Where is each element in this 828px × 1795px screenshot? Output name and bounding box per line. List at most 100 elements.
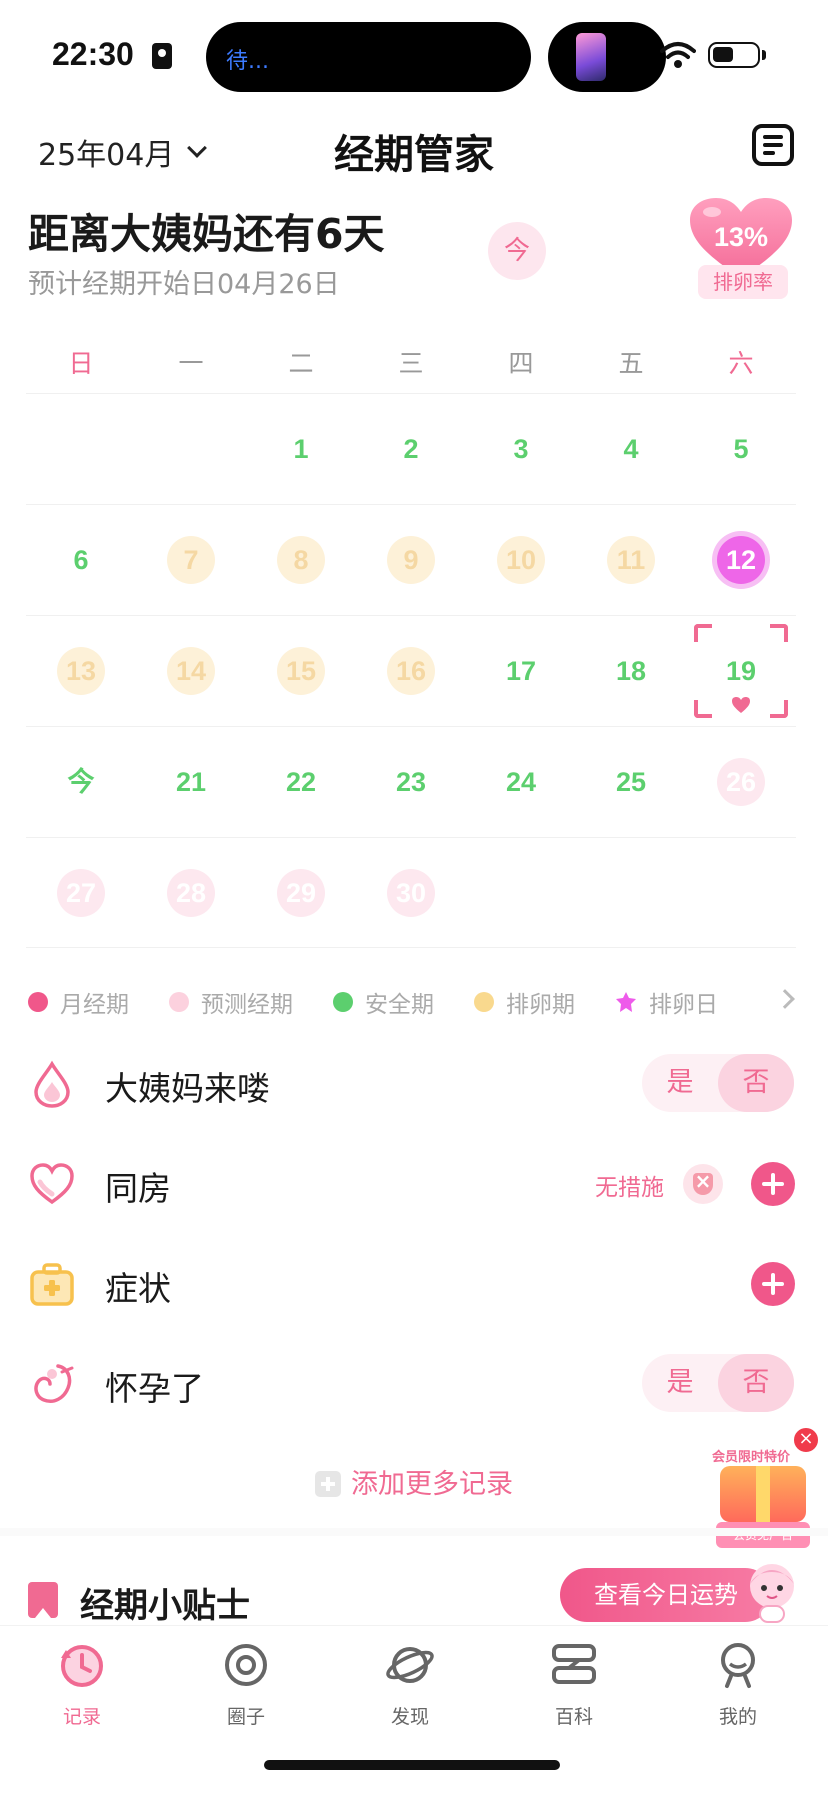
tips-title: 经期小贴士 — [80, 1586, 250, 1626]
calendar-day-cell[interactable]: 17 — [466, 616, 576, 726]
calendar-day-cell[interactable]: 14 — [136, 616, 246, 726]
bookmark-icon — [28, 1582, 58, 1618]
encyclopedia-icon — [552, 1644, 596, 1684]
calendar-day-cell — [26, 394, 136, 504]
tab-profile[interactable]: 我的 — [688, 1640, 788, 1729]
calendar-day-cell[interactable]: 30 — [356, 838, 466, 947]
record-period-row: 大姨妈来喽 是 否 — [0, 1038, 828, 1128]
record-period-label: 大姨妈来喽 — [105, 1069, 270, 1108]
calendar-week-row: 27 28 29 30 — [26, 837, 796, 948]
pregnant-no-button[interactable]: 否 — [718, 1354, 794, 1412]
record-symptoms-label: 症状 — [105, 1269, 171, 1308]
tab-records[interactable]: 记录 — [32, 1640, 132, 1729]
tab-label: 我的 — [718, 1706, 757, 1728]
add-symptom-button[interactable] — [751, 1262, 795, 1306]
calendar-day-cell[interactable]: 7 — [136, 505, 246, 615]
island-media-bubble[interactable] — [548, 22, 666, 92]
calendar-day-cell[interactable]: 6 — [26, 505, 136, 615]
page-title: 经期管家 — [334, 132, 494, 178]
calendar-day-number: 9 — [387, 536, 435, 584]
calendar-day-cell[interactable]: 13 — [26, 616, 136, 726]
calendar-day-cell[interactable]: 今 — [26, 727, 136, 837]
mascot-girl-icon[interactable] — [742, 1560, 802, 1624]
calendar-day-cell[interactable]: 15 — [246, 616, 356, 726]
pregnant-toggle[interactable]: 是 否 — [642, 1354, 794, 1412]
calendar-day-cell[interactable]: 27 — [26, 838, 136, 947]
calendar-day-number: 6 — [73, 545, 89, 575]
promo-title: 会员限时特价 — [712, 1450, 791, 1465]
calendar-day-cell[interactable]: 26 — [686, 727, 796, 837]
close-icon[interactable]: × — [792, 1426, 820, 1454]
calendar-day-cell[interactable]: 19 — [686, 616, 796, 726]
calendar-day-cell[interactable]: 16 — [356, 616, 466, 726]
calendar-day-cell[interactable]: 3 — [466, 394, 576, 504]
calendar-day-number: 13 — [57, 647, 105, 695]
calendar-day-cell[interactable]: 21 — [136, 727, 246, 837]
calendar-day-cell[interactable]: 23 — [356, 727, 466, 837]
vip-promo-widget[interactable]: 会员限时特价 会员免广告 — [708, 1442, 818, 1554]
first-aid-kit-icon — [30, 1263, 74, 1306]
tab-circle[interactable]: 圈子 — [196, 1640, 296, 1729]
legend-dot — [169, 992, 189, 1012]
calendar-day-number: 28 — [167, 868, 215, 917]
pregnant-yes-button[interactable]: 是 — [642, 1354, 718, 1412]
calendar-day-number: 30 — [387, 868, 435, 917]
tab-label: 百科 — [554, 1706, 593, 1728]
tab-discover[interactable]: 发现 — [360, 1640, 460, 1729]
period-toggle[interactable]: 是 否 — [642, 1054, 794, 1112]
calendar-day-cell[interactable]: 28 — [136, 838, 246, 947]
period-no-button[interactable]: 否 — [718, 1054, 794, 1112]
tab-label: 发现 — [390, 1706, 429, 1728]
calendar-day-cell[interactable]: 12 — [686, 505, 796, 615]
calendar-day-number: 10 — [497, 536, 545, 584]
flower-icon — [616, 992, 636, 1012]
period-yes-button[interactable]: 是 — [642, 1054, 718, 1112]
calendar-day-number: 11 — [607, 536, 655, 584]
heart-marker-icon — [732, 697, 750, 713]
calendar-day-number: 26 — [717, 758, 765, 806]
calendar-day-cell[interactable]: 18 — [576, 616, 686, 726]
calendar-day-cell[interactable]: 24 — [466, 727, 576, 837]
record-symptoms-row: 症状 — [0, 1238, 828, 1328]
calendar-day-cell[interactable]: 8 — [246, 505, 356, 615]
calendar-day-cell[interactable]: 4 — [576, 394, 686, 504]
calendar-day-number: 7 — [167, 536, 215, 584]
contraception-method[interactable]: 无措施 — [595, 1168, 664, 1202]
calendar-day-cell[interactable]: 29 — [246, 838, 356, 947]
calendar-day-cell — [136, 394, 246, 504]
calendar-day-number: 1 — [293, 434, 309, 464]
legend-label: 排卵期 — [506, 992, 575, 1018]
record-pregnant-row: 怀孕了 是 否 — [0, 1338, 828, 1428]
notes-button[interactable] — [752, 124, 794, 166]
calendar-day-cell[interactable]: 11 — [576, 505, 686, 615]
today-button[interactable]: 今 — [488, 222, 546, 280]
calendar-day-cell[interactable]: 22 — [246, 727, 356, 837]
dynamic-island[interactable]: 待... — [206, 22, 531, 92]
profile-icon — [721, 1643, 755, 1688]
calendar-day-cell[interactable]: 5 — [686, 394, 796, 504]
legend-dot — [474, 992, 494, 1012]
weekday-fri: 五 — [618, 349, 644, 378]
calendar-day-cell[interactable]: 1 — [246, 394, 356, 504]
legend-ovulation: 排卵日 — [615, 985, 718, 1019]
calendar-day-number: 14 — [167, 647, 215, 695]
calendar-day-cell[interactable]: 10 — [466, 505, 576, 615]
tab-encyclopedia[interactable]: 百科 — [524, 1640, 624, 1729]
add-intimacy-button[interactable] — [751, 1162, 795, 1206]
add-more-records-button[interactable]: 添加更多记录 — [0, 1462, 828, 1501]
no-protection-icon — [683, 1164, 723, 1204]
legend: 月经期 预测经期 安全期 排卵期 排卵日 — [28, 982, 808, 1022]
calendar-week-row: 13 14 15 16 17 18 19 — [26, 615, 796, 726]
record-intimacy-label: 同房 — [105, 1169, 171, 1208]
calendar-day-cell[interactable]: 2 — [356, 394, 466, 504]
ovulation-rate-label: 排卵率 — [698, 265, 788, 299]
calendar-day-cell[interactable]: 9 — [356, 505, 466, 615]
calendar-day-cell[interactable]: 25 — [576, 727, 686, 837]
daily-fortune-button[interactable]: 查看今日运势 — [560, 1568, 772, 1622]
legend-label: 预测经期 — [201, 992, 293, 1018]
legend-fertile: 排卵期 — [474, 985, 575, 1019]
weekday-tue: 二 — [288, 349, 314, 378]
home-indicator[interactable] — [264, 1760, 560, 1770]
calendar-day-number: 15 — [277, 647, 325, 695]
calendar-day-number: 3 — [513, 434, 529, 464]
